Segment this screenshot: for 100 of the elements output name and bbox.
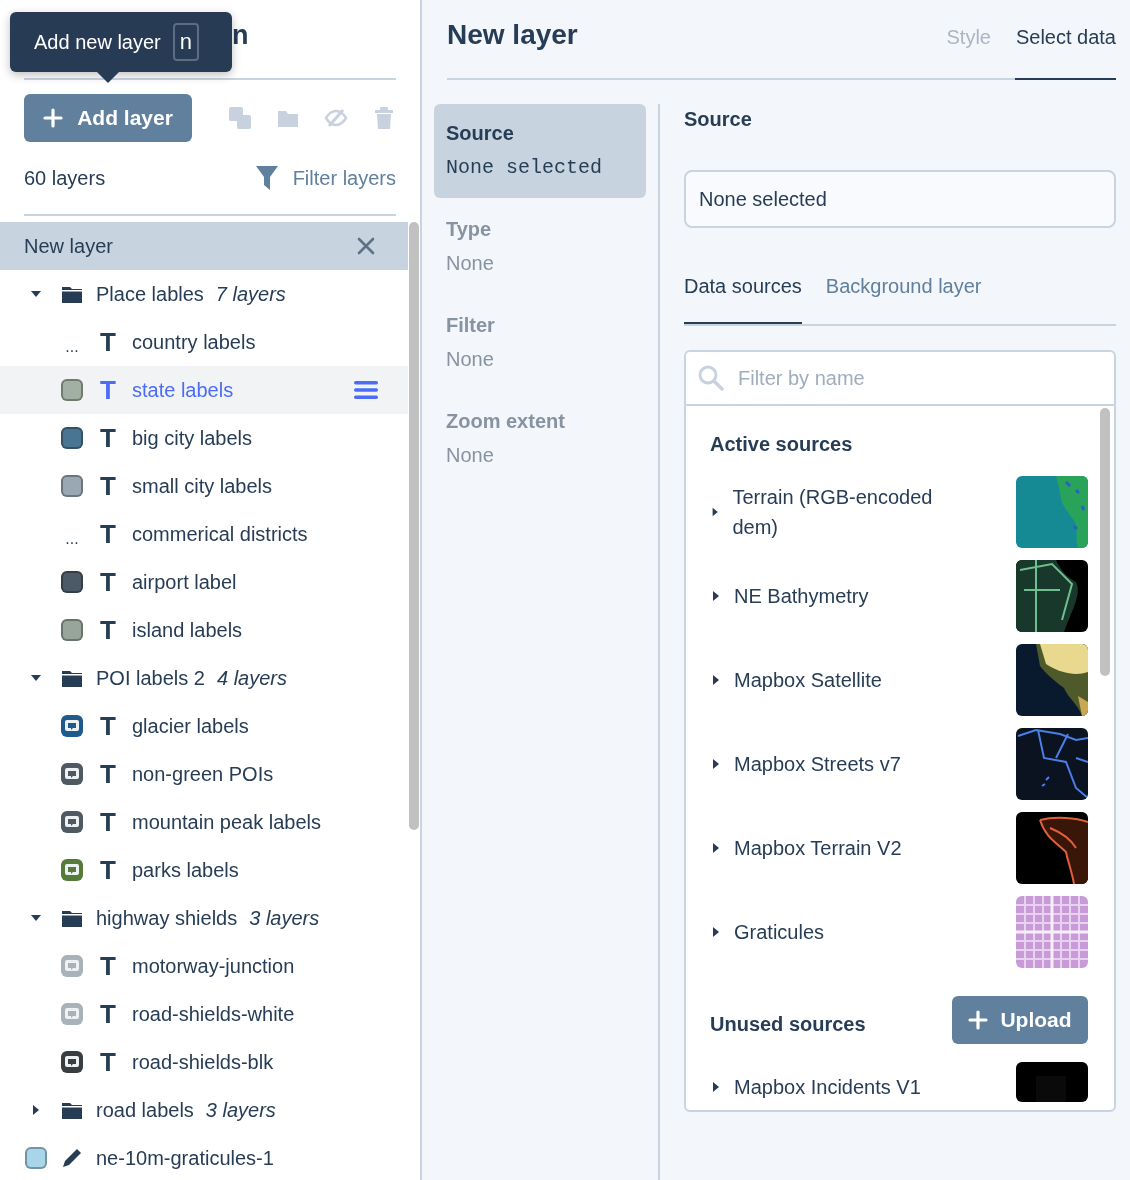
layer-row[interactable]: T glacier labels xyxy=(0,702,408,750)
symbol-type-icon: T xyxy=(100,1002,116,1026)
step-value: None selected xyxy=(446,154,604,181)
tab[interactable]: Select data xyxy=(1015,0,1116,80)
source-item[interactable]: Mapbox Incidents V1 xyxy=(710,1072,921,1102)
layer-row[interactable]: T parks labels xyxy=(0,846,408,894)
folder-icon xyxy=(62,1101,82,1119)
layer-name: parks labels xyxy=(132,858,239,882)
layer-count: 3 layers xyxy=(249,906,320,930)
group-name: road labels xyxy=(96,1098,194,1122)
group-name: POI labels 2 xyxy=(96,666,205,690)
plus-icon xyxy=(43,108,64,128)
symbol-type-icon: T xyxy=(100,954,116,978)
layer-row[interactable]: ... T commerical districts xyxy=(0,510,408,558)
folder-icon xyxy=(62,669,82,687)
tooltip-text: Add new layer xyxy=(34,30,161,54)
scrollbar[interactable] xyxy=(1100,408,1110,676)
layer-name: small city labels xyxy=(132,474,273,498)
layer-row[interactable]: T road-shields-white xyxy=(0,990,408,1038)
layer-group-row[interactable]: highway shields 3 layers xyxy=(0,894,408,942)
menu-icon xyxy=(354,380,378,400)
folder-icon xyxy=(62,909,82,927)
layer-name: mountain peak labels xyxy=(132,810,321,834)
layer-name: road-shields-blk xyxy=(132,1050,274,1074)
close-icon xyxy=(357,237,375,255)
layer-row[interactable]: T island labels xyxy=(0,606,408,654)
layer-row[interactable]: T non-green POIs xyxy=(0,750,408,798)
source-item[interactable]: Graticules xyxy=(710,917,825,947)
symbol-type-icon: T xyxy=(100,330,116,354)
filter-icon xyxy=(254,165,279,191)
drag-handle[interactable] xyxy=(354,380,378,400)
layer-name: state labels xyxy=(132,378,234,402)
symbol-type-icon: T xyxy=(100,858,116,882)
layer-name: airport label xyxy=(132,570,237,594)
tab[interactable]: Background layer xyxy=(825,266,982,324)
source-item[interactable]: NE Bathymetry xyxy=(710,581,869,611)
plus-icon xyxy=(968,1010,989,1030)
layer-name: commerical districts xyxy=(132,522,308,546)
step-value: None xyxy=(446,250,495,276)
group-name: Place lables xyxy=(96,282,204,306)
step-label: Filter xyxy=(446,312,496,338)
hidden-eye-icon xyxy=(324,106,348,130)
new-layer-label: New layer xyxy=(24,234,113,258)
layer-name: glacier labels xyxy=(132,714,249,738)
layer-count: 4 layers xyxy=(216,666,287,690)
layer-name: island labels xyxy=(132,618,243,642)
layer-group-row[interactable]: POI labels 2 4 layers xyxy=(0,654,408,702)
layer-row[interactable]: T big city labels xyxy=(0,414,408,462)
duplicate-icon xyxy=(228,106,252,130)
layer-name: big city labels xyxy=(132,426,253,450)
symbol-type-icon: T xyxy=(100,714,116,738)
section-heading: Unused sources xyxy=(710,1012,866,1036)
symbol-type-icon: T xyxy=(100,762,116,786)
folder-icon xyxy=(62,285,82,303)
scrollbar[interactable] xyxy=(409,222,419,830)
group-name: highway shields xyxy=(96,906,238,930)
source-item[interactable]: Mapbox Satellite xyxy=(710,665,882,695)
source-item[interactable]: Mapbox Terrain V2 xyxy=(710,833,902,863)
layer-row[interactable]: ne-10m-graticules-1 xyxy=(0,1134,408,1180)
section-heading: Active sources xyxy=(710,431,854,457)
pencil-icon xyxy=(61,1147,83,1169)
new-layer-row[interactable]: New layer xyxy=(0,222,408,270)
symbol-type-icon: T xyxy=(100,426,116,450)
symbol-type-icon: T xyxy=(100,522,116,546)
layer-group-row[interactable]: road labels 3 layers xyxy=(0,1086,408,1134)
panel-title: New layer xyxy=(447,19,578,51)
step-value: None xyxy=(446,442,495,468)
trash-icon xyxy=(372,106,396,130)
source-field[interactable]: None selected xyxy=(684,170,1116,228)
layer-name: road-shields-white xyxy=(132,1002,295,1026)
add-layer-button[interactable]: Add layer xyxy=(24,94,192,142)
step-label: Source xyxy=(446,120,515,146)
ellipsis-marker: ... xyxy=(65,338,79,356)
ellipsis-marker: ... xyxy=(65,530,79,548)
step-label: Type xyxy=(446,216,493,242)
layer-count: 60 layers xyxy=(24,166,106,190)
filter-layers-button[interactable]: Filter layers xyxy=(254,165,396,191)
symbol-type-icon: T xyxy=(100,1050,116,1074)
layer-row[interactable]: ... T country labels xyxy=(0,318,408,366)
layer-row[interactable]: T road-shields-blk xyxy=(0,1038,408,1086)
symbol-type-icon: T xyxy=(100,810,116,834)
step-item[interactable]: Source None selected xyxy=(434,104,646,198)
shortcut-key: n xyxy=(172,23,199,61)
close-button[interactable] xyxy=(357,237,375,255)
search-field[interactable]: Filter by name xyxy=(736,365,1102,391)
layer-row[interactable]: T motorway-junction xyxy=(0,942,408,990)
layer-row[interactable]: T airport label xyxy=(0,558,408,606)
layer-row[interactable]: T state labels xyxy=(0,366,408,414)
layer-name: ne-10m-graticules-1 xyxy=(96,1146,274,1170)
layer-name: country labels xyxy=(132,330,256,354)
layer-group-row[interactable]: Place lables 7 layers xyxy=(0,270,408,318)
layer-count: 3 layers xyxy=(205,1098,276,1122)
layer-row[interactable]: T mountain peak labels xyxy=(0,798,408,846)
tab[interactable]: Data sources xyxy=(684,266,802,324)
upload-button[interactable]: Upload xyxy=(952,996,1088,1044)
symbol-type-icon: T xyxy=(100,570,116,594)
layer-row[interactable]: T small city labels xyxy=(0,462,408,510)
source-item[interactable]: Mapbox Streets v7 xyxy=(710,749,901,779)
source-item[interactable]: Terrain (RGB-encoded dem) xyxy=(710,482,950,542)
search-icon xyxy=(698,365,724,391)
